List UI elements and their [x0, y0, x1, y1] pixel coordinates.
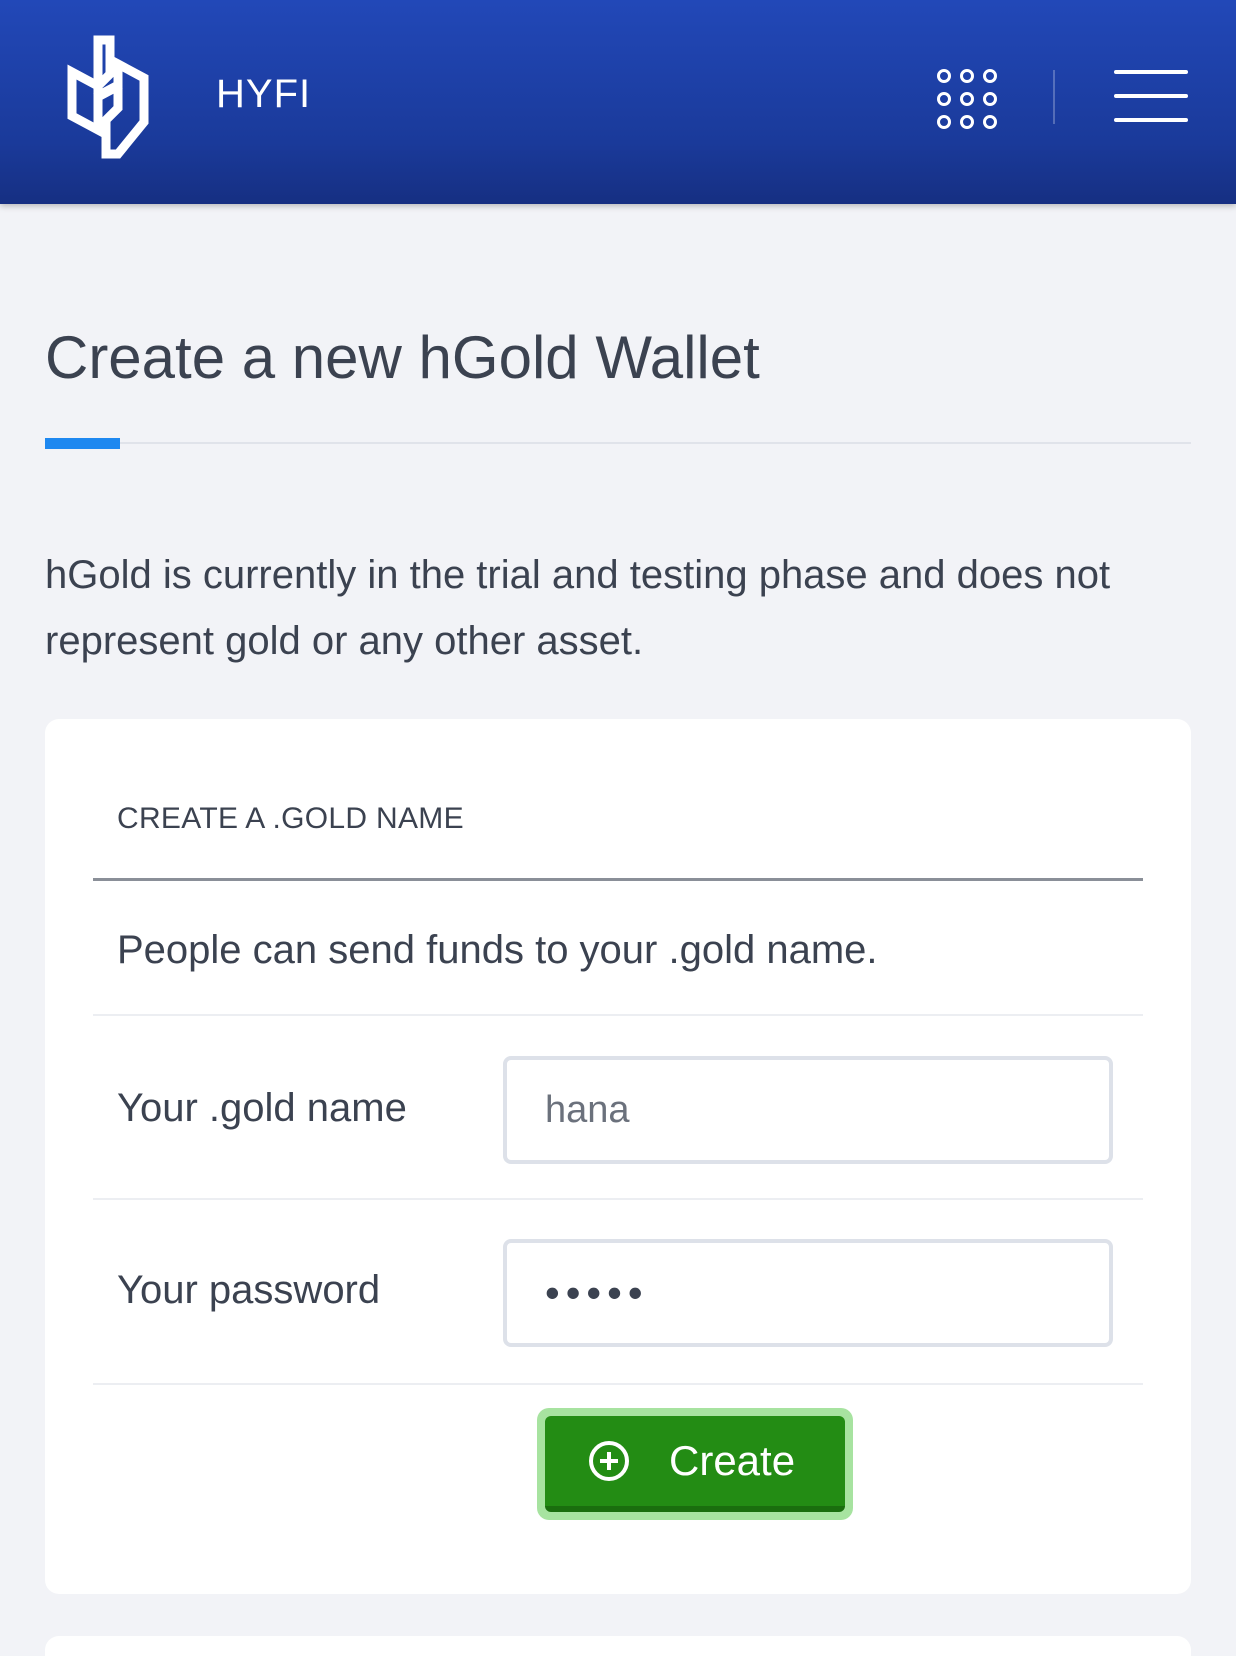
row-divider	[93, 1383, 1143, 1385]
gold-name-input[interactable]	[503, 1056, 1113, 1164]
plus-circle-icon	[589, 1441, 629, 1481]
create-button[interactable]: Create	[537, 1408, 853, 1520]
next-card-peek	[45, 1636, 1191, 1656]
create-gold-name-card: CREATE A .GOLD NAME People can send fund…	[45, 719, 1191, 1594]
row-divider	[93, 1198, 1143, 1200]
title-accent-bar	[45, 438, 120, 449]
gold-name-label: Your .gold name	[117, 1086, 407, 1130]
card-header: CREATE A .GOLD NAME	[117, 802, 464, 835]
page-title: Create a new hGold Wallet	[45, 324, 760, 391]
brand-name[interactable]: HYFI	[216, 70, 311, 118]
header-divider	[1053, 70, 1055, 124]
create-button-label: Create	[669, 1437, 796, 1484]
title-divider	[45, 442, 1191, 444]
card-description: People can send funds to your .gold name…	[117, 928, 878, 972]
trial-notice: hGold is currently in the trial and test…	[45, 553, 1111, 663]
hyfi-logo-icon[interactable]	[58, 34, 158, 160]
password-input[interactable]	[503, 1239, 1113, 1347]
password-label: Your password	[117, 1268, 381, 1312]
create-button-face[interactable]: Create	[545, 1416, 845, 1512]
top-navigation-bar: HYFI	[0, 0, 1236, 204]
card-header-divider	[93, 878, 1143, 881]
row-divider	[93, 1014, 1143, 1016]
hamburger-menu-icon[interactable]	[1114, 68, 1188, 124]
apps-grid-icon[interactable]	[934, 66, 998, 129]
